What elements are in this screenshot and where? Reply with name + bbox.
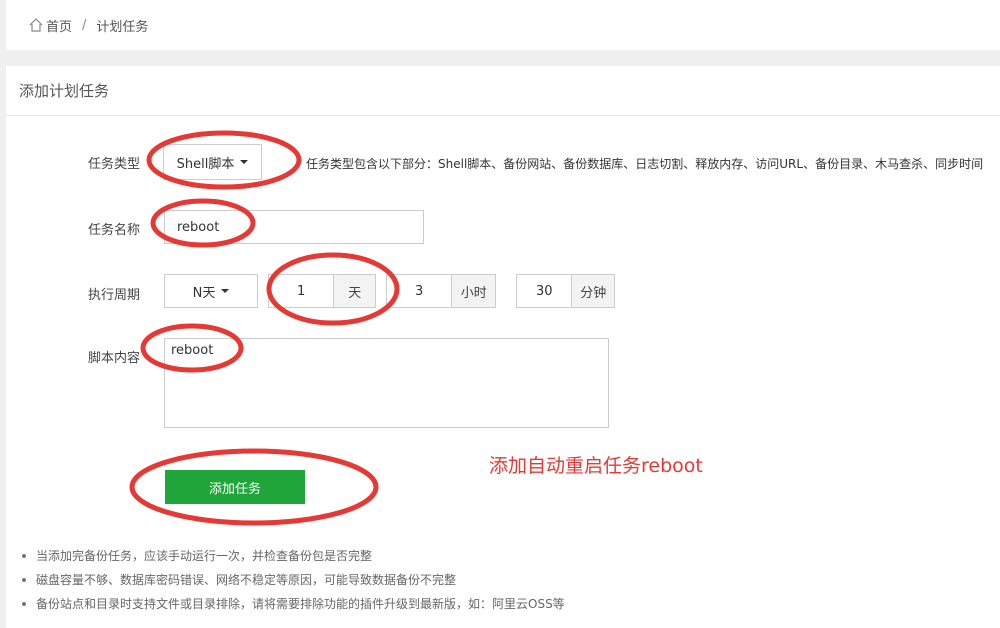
- minutes-input[interactable]: 30: [517, 275, 572, 307]
- chevron-down-icon: [240, 160, 249, 164]
- hours-input[interactable]: 3: [387, 275, 452, 307]
- task-name-label: 任务名称: [88, 223, 141, 238]
- task-type-hint: 任务类型包含以下部分：Shell脚本、备份网站、备份数据库、日志切割、释放内存、…: [306, 157, 984, 171]
- panel-title: 添加计划任务: [6, 66, 1000, 116]
- task-type-dropdown[interactable]: Shell脚本: [163, 144, 262, 180]
- script-label: 脚本内容: [88, 351, 141, 366]
- home-icon: [29, 18, 43, 32]
- breadcrumb-home-link[interactable]: 首页: [46, 16, 72, 35]
- period-type-value: N天: [192, 285, 216, 301]
- minutes-group: 30 分钟: [516, 274, 615, 308]
- tip-item: 备份站点和目录时支持文件或目录排除，请将需要排除功能的插件升级到最新版，如：阿里…: [22, 592, 565, 616]
- task-type-label: 任务类型: [88, 157, 141, 172]
- minutes-unit: 分钟: [571, 275, 614, 307]
- add-task-button[interactable]: 添加任务: [165, 470, 305, 504]
- hours-group: 3 小时: [386, 274, 496, 308]
- annotation-text: 添加自动重启任务reboot: [489, 455, 703, 477]
- period-label: 执行周期: [88, 288, 141, 303]
- days-unit: 天: [333, 275, 375, 307]
- period-type-dropdown[interactable]: N天: [164, 274, 258, 308]
- breadcrumb-separator: /: [82, 17, 87, 33]
- breadcrumb-current: 计划任务: [96, 19, 149, 35]
- script-textarea[interactable]: reboot: [164, 338, 609, 428]
- breadcrumb: 首页 / 计划任务: [6, 0, 1000, 50]
- tip-item: 当添加完备份任务，应该手动运行一次，并检查备份包是否完整: [22, 544, 565, 568]
- days-group: 1 天: [268, 274, 376, 308]
- days-input[interactable]: 1: [269, 275, 334, 307]
- task-type-value: Shell脚本: [176, 156, 235, 172]
- tips-list: 当添加完备份任务，应该手动运行一次，并检查备份包是否完整 磁盘容量不够、数据库密…: [22, 544, 565, 616]
- task-name-input[interactable]: reboot: [164, 210, 424, 244]
- hours-unit: 小时: [451, 275, 495, 307]
- tip-item: 磁盘容量不够、数据库密码错误、网络不稳定等原因，可能导致数据备份不完整: [22, 568, 565, 592]
- chevron-down-icon: [221, 289, 230, 293]
